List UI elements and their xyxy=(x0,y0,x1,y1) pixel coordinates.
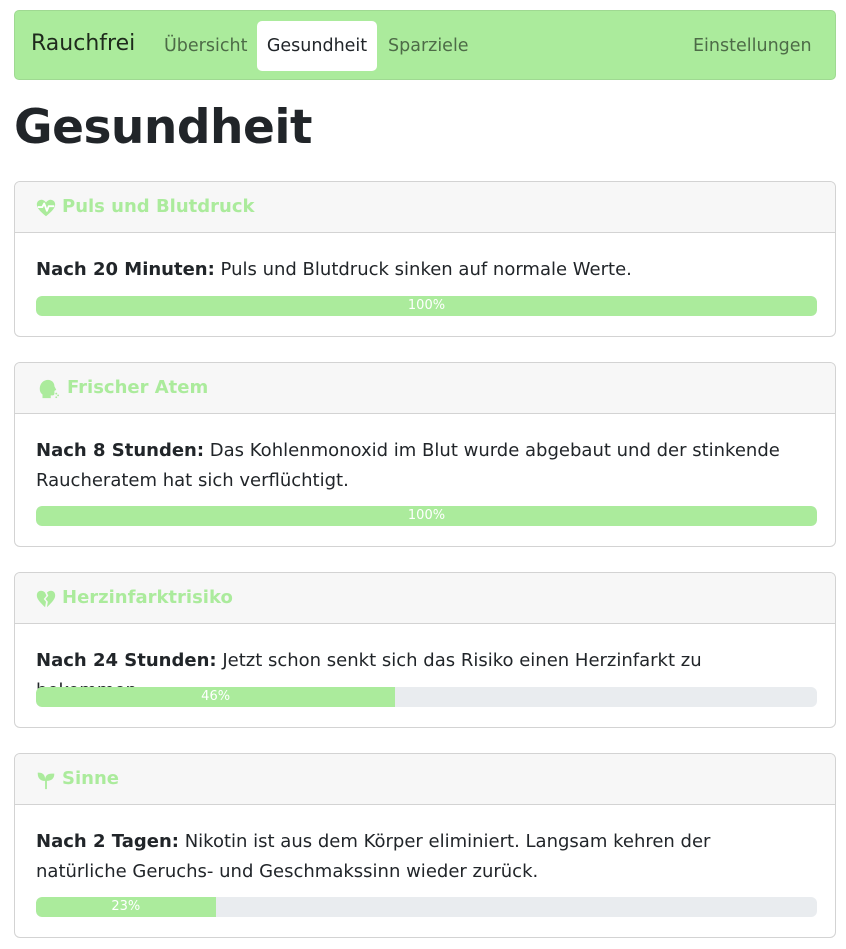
navbar: Rauchfrei Übersicht Gesundheit Sparziele… xyxy=(14,10,836,80)
health-card-atem: Frischer Atem Nach 8 Stunden: Das Kohlen… xyxy=(14,362,836,547)
progress-label: 23% xyxy=(111,899,141,914)
card-time: Nach 2 Tagen: xyxy=(36,831,179,852)
progress-track: 46% xyxy=(36,687,817,707)
page-title: Gesundheit xyxy=(14,100,312,155)
card-description: Nach 20 Minuten: Puls und Blutdruck sink… xyxy=(36,255,796,285)
progress-bar: 46% xyxy=(36,687,396,707)
seedling-icon xyxy=(37,772,55,790)
heart-broken-icon xyxy=(36,590,56,608)
health-card-herzinfarkt: Herzinfarktrisiko Nach 24 Stunden: Jetzt… xyxy=(14,572,836,728)
card-title: Frischer Atem xyxy=(67,377,209,398)
progress-track: 23% xyxy=(36,897,817,917)
nav-einstellungen[interactable]: Einstellungen xyxy=(683,21,822,71)
card-time: Nach 20 Minuten: xyxy=(36,259,215,280)
progress-bar: 100% xyxy=(36,506,817,526)
health-card-puls: Puls und Blutdruck Nach 20 Minuten: Puls… xyxy=(14,181,836,337)
nav-gesundheit[interactable]: Gesundheit xyxy=(257,21,377,71)
card-title: Puls und Blutdruck xyxy=(62,196,255,217)
progress-bar: 23% xyxy=(36,897,216,917)
health-card-sinne: Sinne Nach 2 Tagen: Nikotin ist aus dem … xyxy=(14,753,836,938)
heartbeat-icon xyxy=(36,199,56,217)
card-text: Puls und Blutdruck sinken auf normale We… xyxy=(214,259,632,280)
card-description: Nach 2 Tagen: Nikotin ist aus dem Körper… xyxy=(36,827,796,887)
card-header: Puls und Blutdruck xyxy=(15,182,835,233)
brand-logo[interactable]: Rauchfrei xyxy=(31,31,135,56)
head-breath-icon xyxy=(39,379,59,399)
card-header: Frischer Atem xyxy=(15,363,835,414)
card-title: Sinne xyxy=(62,768,119,789)
progress-label: 100% xyxy=(407,298,446,313)
card-header: Herzinfarktrisiko xyxy=(15,573,835,624)
card-header: Sinne xyxy=(15,754,835,805)
card-title: Herzinfarktrisiko xyxy=(62,587,233,608)
card-time: Nach 8 Stunden: xyxy=(36,440,205,461)
nav-sparziele[interactable]: Sparziele xyxy=(378,21,479,71)
nav-uebersicht[interactable]: Übersicht xyxy=(154,21,257,71)
progress-track: 100% xyxy=(36,296,817,316)
progress-label: 46% xyxy=(201,689,231,704)
progress-label: 100% xyxy=(407,508,446,523)
card-description: Nach 8 Stunden: Das Kohlenmonoxid im Blu… xyxy=(36,436,796,496)
progress-bar: 100% xyxy=(36,296,817,316)
card-time: Nach 24 Stunden: xyxy=(36,650,217,671)
progress-track: 100% xyxy=(36,506,817,526)
